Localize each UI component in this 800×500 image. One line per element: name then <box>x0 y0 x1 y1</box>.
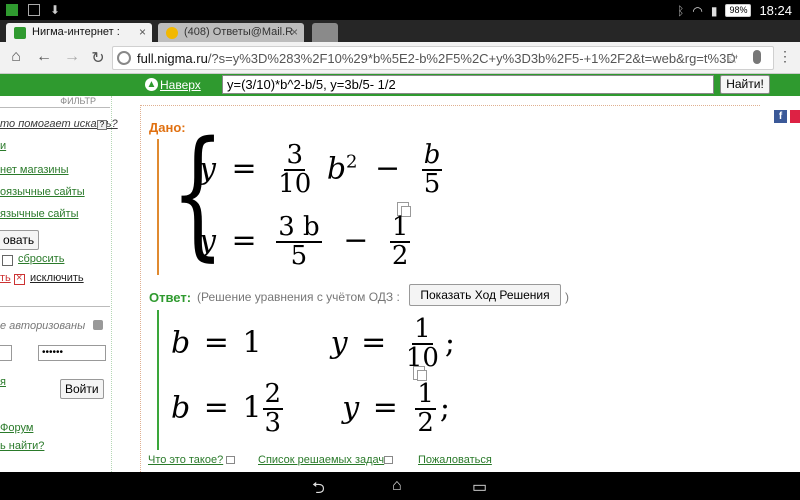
exclude-checkbox[interactable] <box>14 272 25 285</box>
filter-heading: ФИЛЬТР <box>0 96 110 108</box>
back-nav-icon[interactable]: ⮌ <box>312 477 325 500</box>
forward-icon[interactable]: → <box>62 48 82 66</box>
new-tab-button[interactable] <box>312 23 338 42</box>
show-steps-button[interactable]: Показать Ход Решения <box>409 284 561 306</box>
answer-panel: Дано: { y = 3 10 b2 − b5 y = 3 b5 − 12 От… <box>140 105 760 472</box>
window-icon <box>226 456 235 464</box>
reload-icon[interactable]: ↻ <box>88 48 108 68</box>
clock: 18:24 <box>759 3 792 18</box>
exclude-link[interactable]: исключить <box>30 272 84 284</box>
tab-title: (408) Ответы@Mail.R <box>184 26 294 38</box>
back-icon[interactable]: ← <box>34 48 54 66</box>
reset-checkbox[interactable] <box>2 255 13 266</box>
forgot-link[interactable]: ь найти? <box>0 440 44 452</box>
close-icon[interactable]: × <box>139 25 146 39</box>
forum-link[interactable]: Форум <box>0 422 33 434</box>
microphone-icon[interactable] <box>753 50 761 64</box>
tab-mail-answers[interactable]: (408) Ответы@Mail.R × <box>158 23 304 42</box>
apply-filter-button[interactable]: овать <box>0 230 40 250</box>
filter-link-lang-2[interactable]: язычные сайты <box>0 208 79 220</box>
search-input[interactable]: y=(3/10)*b^2-b/5, y=3b/5- 1/2 <box>222 75 714 94</box>
arrow-up-icon[interactable]: ▲ <box>145 78 158 91</box>
given-bar <box>157 139 159 275</box>
solution-1: b = 1 y = 1 10; <box>171 314 456 374</box>
auth-status: е авторизованы <box>0 320 86 332</box>
login-input[interactable] <box>0 345 12 361</box>
answer-note-close: ) <box>565 290 569 304</box>
android-nav-bar: ⮌ ⌂ ▭ <box>0 472 800 500</box>
search-bar: ▲ Наверх y=(3/10)*b^2-b/5, y=3b/5- 1/2 Н… <box>0 74 800 96</box>
share-icon[interactable] <box>790 110 800 123</box>
window-icon <box>384 456 393 464</box>
home-nav-icon[interactable]: ⌂ <box>392 477 402 495</box>
filter-sidebar: ФИЛЬТР то помогает искать? ? и нет магаз… <box>0 96 118 472</box>
download-icon: ⬇ <box>50 3 61 17</box>
close-icon[interactable]: × <box>291 25 298 39</box>
status-bar: ⬇ ᛒ ◠ ▮ 98% 18:24 <box>0 0 800 20</box>
answer-label: Ответ: <box>149 290 192 305</box>
web-page: ▲ Наверх y=(3/10)*b^2-b/5, y=3b/5- 1/2 Н… <box>0 74 800 472</box>
login-button[interactable]: Войти <box>60 379 104 399</box>
solution-2: b = 123 y = 1 2; <box>171 379 451 439</box>
answer-bar <box>157 310 159 450</box>
facebook-icon[interactable]: f <box>774 110 787 123</box>
url-text[interactable]: full.nigma.ru/?s=y%3D%283%2F10%29*b%5E2-… <box>137 51 737 66</box>
help-box-icon[interactable]: ? <box>97 120 107 130</box>
back-to-top-link[interactable]: Наверх <box>160 78 201 92</box>
app-notification-icon <box>6 4 18 16</box>
mail-favicon-icon <box>166 27 178 39</box>
battery-indicator: 98% <box>725 4 752 17</box>
image-notification-icon <box>28 4 40 16</box>
bluetooth-icon: ᛒ <box>677 3 685 18</box>
tab-strip: Нигма-интернет : × (408) Ответы@Mail.R × <box>0 20 800 42</box>
copy-icon[interactable] <box>413 366 427 381</box>
task-list-link[interactable]: Список решаемых задач <box>258 454 384 466</box>
signal-icon: ▮ <box>710 3 718 18</box>
filter-link-shops[interactable]: нет магазины <box>0 164 69 176</box>
password-input[interactable]: •••••• <box>38 345 106 361</box>
star-icon[interactable]: ☆ <box>726 49 739 67</box>
complain-link[interactable]: Пожаловаться <box>418 454 492 466</box>
tab-nigma[interactable]: Нигма-интернет : × <box>6 23 152 42</box>
tab-title: Нигма-интернет : <box>32 26 120 38</box>
equation-2: y = 3 b5 − 12 <box>199 212 411 272</box>
equation-1: y = 3 10 b2 − b5 <box>199 140 443 200</box>
exclude-prefix[interactable]: ть <box>0 272 11 284</box>
divider <box>0 306 110 307</box>
answer-note: (Решение уравнения с учётом ОДЗ : <box>197 290 400 304</box>
filter-link-lang-1[interactable]: оязычные сайты <box>0 186 85 198</box>
what-is-it-link[interactable]: Что это такое? <box>148 454 223 466</box>
recent-apps-icon[interactable]: ▭ <box>472 477 487 497</box>
menu-icon[interactable]: ⋮ <box>778 48 792 65</box>
search-button[interactable]: Найти! <box>720 75 770 94</box>
browser-toolbar: ⌂ ← → ↻ full.nigma.ru/?s=y%3D%283%2F10%2… <box>0 42 800 74</box>
wifi-icon: ◠ <box>692 3 703 18</box>
address-bar[interactable]: full.nigma.ru/?s=y%3D%283%2F10%29*b%5E2-… <box>112 46 774 70</box>
lock-icon <box>93 320 103 330</box>
nigma-favicon-icon <box>14 27 26 39</box>
filter-link-1[interactable]: и <box>0 140 6 152</box>
home-icon[interactable]: ⌂ <box>6 48 26 66</box>
globe-icon <box>117 51 131 65</box>
register-link[interactable]: я <box>0 376 6 388</box>
reset-link[interactable]: сбросить <box>18 253 64 265</box>
